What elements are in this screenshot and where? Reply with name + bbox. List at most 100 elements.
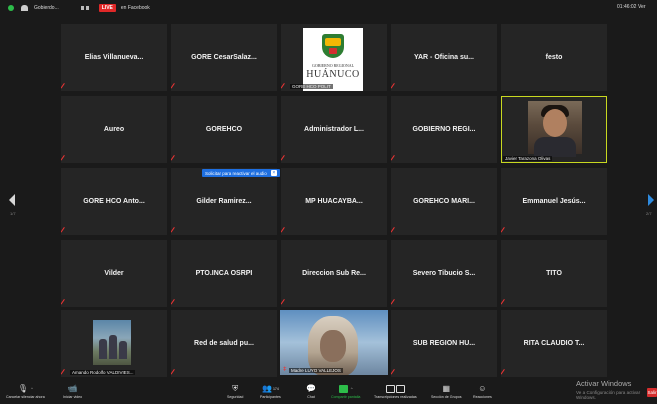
- participant-tile[interactable]: PTO.INCA OSRPI: [171, 240, 277, 307]
- chat-label: Chat: [307, 395, 315, 399]
- participants-button[interactable]: 👥 174 Participantes: [260, 381, 281, 404]
- smiley-icon: ☺: [478, 384, 487, 393]
- participant-tile[interactable]: festo: [501, 24, 607, 91]
- meeting-toolbar: 🎙 ^ Cancelar silenciar ahora 📹 Iniciar vi…: [0, 381, 657, 404]
- stop-icon[interactable]: [85, 6, 89, 10]
- mute-label: Cancelar silenciar ahora: [6, 395, 45, 399]
- participant-tile[interactable]: MP HUACAYBA...: [281, 168, 387, 235]
- participant-tile[interactable]: TITO: [501, 240, 607, 307]
- transcripts-button[interactable]: Transcripciones realizadas: [374, 381, 417, 404]
- muted-mic-icon: [64, 299, 68, 304]
- page-indicator-right: 2/7: [646, 211, 652, 216]
- leave-button[interactable]: Salir: [647, 388, 657, 397]
- logo-line-2: HUÁNUCO: [306, 69, 360, 80]
- breakout-rooms-button[interactable]: ▦ Sección de Grupos: [431, 381, 462, 404]
- video-camera-icon: 📹: [67, 384, 78, 393]
- participant-tag: Javier Tarazona Olivas: [503, 156, 553, 161]
- participant-video-tile[interactable]: Madre LUYO VALLEJOS ǂ: [280, 310, 388, 375]
- participant-tag: GORE HCO POLIT: [290, 84, 333, 89]
- participant-tile[interactable]: GORE CesarSalaz...: [171, 24, 277, 91]
- muted-mic-icon: [284, 155, 288, 160]
- page-indicator-left: 1/7: [10, 211, 16, 216]
- close-icon[interactable]: ×: [270, 170, 277, 176]
- participants-icon: 👥 174: [261, 384, 279, 393]
- participant-name: Emmanuel Jesús...: [522, 198, 586, 205]
- security-label: Seguridad: [227, 395, 244, 399]
- participant-tag: Amando Rodolfo VALDIVIES...: [70, 370, 136, 375]
- muted-mic-icon: [64, 155, 68, 160]
- reactions-label: Reacciones: [473, 395, 492, 399]
- participant-name: Vilder: [104, 270, 124, 277]
- windows-activation-title: Activar Windows: [576, 379, 632, 388]
- shield-icon[interactable]: [8, 5, 14, 11]
- participant-tile[interactable]: Vilder: [61, 240, 167, 307]
- muted-mic-icon: ǂ: [283, 367, 287, 373]
- share-label: Compartir pantalla: [331, 395, 361, 399]
- participant-name: Gilder Ramirez...: [196, 198, 252, 205]
- share-screen-button[interactable]: ^ Compartir pantalla: [331, 381, 360, 404]
- pause-icon[interactable]: [80, 6, 84, 10]
- muted-mic-icon: [174, 155, 178, 160]
- participant-name: Administrador L...: [304, 126, 364, 133]
- participant-name: MP HUACAYBA...: [305, 198, 363, 205]
- next-page-arrow-icon[interactable]: [648, 194, 654, 206]
- muted-mic-icon: [284, 227, 288, 232]
- muted-mic-icon: [174, 369, 178, 374]
- security-button[interactable]: ⛨ Seguridad: [227, 381, 243, 404]
- participant-tile[interactable]: Severo Tibucio S...: [391, 240, 497, 307]
- participant-name: GORE HCO Anto...: [83, 198, 145, 205]
- participant-name: Red de salud pu...: [194, 340, 254, 347]
- windows-activation-hint: Ve a Configuración para activar Windows.: [576, 390, 641, 400]
- muted-mic-icon: [174, 299, 178, 304]
- muted-mic-icon: [64, 227, 68, 232]
- view-button[interactable]: Ver: [638, 4, 646, 10]
- active-speaker-tile[interactable]: Javier Tarazona Olivas: [501, 96, 607, 163]
- participant-tile[interactable]: GOREHCO MARI...: [391, 168, 497, 235]
- participants-count: 174: [272, 386, 279, 391]
- video-button[interactable]: 📹 Iniciar video: [63, 381, 82, 404]
- participant-tile[interactable]: Gilder Ramirez...: [171, 168, 277, 235]
- participant-name: SUB REGION HU...: [412, 340, 476, 347]
- participant-video: [528, 101, 582, 157]
- user-icon: [21, 5, 28, 11]
- share-screen-icon: ^: [338, 384, 353, 393]
- participant-tile[interactable]: GOBIERNO REGIONAL HUÁNUCO GORE HCO POLIT: [281, 24, 387, 91]
- prev-page-arrow-icon[interactable]: [9, 194, 15, 206]
- participant-tile[interactable]: RITA CLAUDIO T...: [501, 310, 607, 377]
- participant-tile[interactable]: Aureo: [61, 96, 167, 163]
- participant-tile[interactable]: Direccion Sub Re...: [281, 240, 387, 307]
- chat-button[interactable]: 💬 Chat: [306, 381, 316, 404]
- muted-mic-icon: [174, 83, 178, 88]
- video-label: Iniciar video: [63, 395, 83, 399]
- muted-mic-icon: [174, 227, 178, 232]
- unmute-request-tooltip[interactable]: Solicitar para reactivar el audio ×: [202, 169, 280, 177]
- muted-mic-icon: [284, 299, 288, 304]
- participant-name: TITO: [546, 270, 562, 277]
- participant-tile[interactable]: Emmanuel Jesús...: [501, 168, 607, 235]
- mute-button[interactable]: 🎙 ^ Cancelar silenciar ahora: [6, 381, 45, 404]
- reactions-button[interactable]: ☺ Reacciones: [473, 381, 492, 404]
- participant-tile[interactable]: Administrador L...: [281, 96, 387, 163]
- participant-tile[interactable]: Amando Rodolfo VALDIVIES...: [61, 310, 167, 377]
- participant-tile[interactable]: GOBIERNO REGI...: [391, 96, 497, 163]
- muted-mic-icon: [64, 369, 68, 374]
- participant-tile[interactable]: GORE HCO Anto...: [61, 168, 167, 235]
- participant-tile[interactable]: Red de salud pu...: [171, 310, 277, 377]
- live-target: en Facebook: [120, 5, 150, 11]
- live-badge: LIVE: [98, 4, 116, 12]
- participant-tile[interactable]: Elias Villanueva...: [61, 24, 167, 91]
- participant-name: GORE CesarSalaz...: [191, 54, 257, 61]
- participant-tile[interactable]: SUB REGION HU...: [391, 310, 497, 377]
- participant-tile[interactable]: GOREHCO: [171, 96, 277, 163]
- participant-name: Severo Tibucio S...: [412, 270, 476, 277]
- top-bar: Gobierdo... LIVE en Facebook 01:46:02 Ve…: [0, 0, 657, 16]
- shield-icon: ⛨: [232, 383, 239, 393]
- breakout-label: Sección de Grupos: [431, 395, 462, 399]
- participant-tile[interactable]: YAR - Oficina su...: [391, 24, 497, 91]
- participant-name: PTO.INCA OSRPI: [195, 270, 253, 277]
- transcripts-label: Transcripciones realizadas: [374, 395, 417, 399]
- muted-mic-icon: [504, 299, 508, 304]
- muted-mic-icon: [394, 83, 398, 88]
- participant-name: Elias Villanueva...: [84, 54, 144, 61]
- participant-name: festo: [545, 54, 563, 61]
